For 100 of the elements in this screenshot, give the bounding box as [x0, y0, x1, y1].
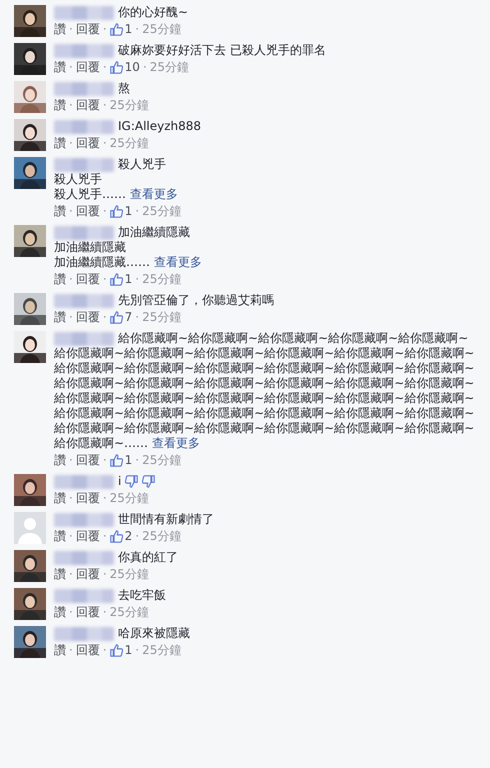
separator-dot: · [69, 135, 73, 151]
like-link[interactable]: 讚 [54, 452, 66, 468]
comment-text: 給你隱藏啊~給你隱藏啊~給你隱藏啊~給你隱藏啊~給你隱藏啊~ [118, 331, 468, 346]
blurred-name[interactable] [54, 44, 114, 58]
separator-dot: · [69, 203, 73, 219]
separator-dot: · [135, 642, 140, 658]
reply-link[interactable]: 回覆 [76, 203, 100, 219]
reply-link[interactable]: 回覆 [76, 271, 100, 287]
like-count[interactable]: 2 [124, 528, 132, 544]
separator-dot: · [69, 97, 73, 113]
reply-link[interactable]: 回覆 [76, 97, 100, 113]
reply-link[interactable]: 回覆 [76, 642, 100, 658]
blurred-name[interactable] [54, 588, 114, 602]
like-count[interactable]: 10 [124, 59, 140, 75]
timestamp: 25分鐘 [142, 528, 182, 544]
blurred-name[interactable] [54, 550, 114, 564]
thumbs-up-icon [110, 644, 123, 656]
separator-dot: · [69, 490, 73, 506]
timestamp: 25分鐘 [142, 271, 182, 287]
comment-text: 殺人兇手 [118, 157, 166, 172]
reply-link[interactable]: 回覆 [76, 309, 100, 325]
like-count[interactable]: 7 [124, 309, 132, 325]
like-count[interactable]: 1 [124, 271, 132, 287]
like-link[interactable]: 讚 [54, 528, 66, 544]
see-more-link[interactable]: 查看更多 [130, 187, 178, 201]
like-count[interactable]: 1 [124, 21, 132, 37]
separator-dot: · [102, 309, 107, 325]
like-link[interactable]: 讚 [54, 97, 66, 113]
like-link[interactable]: 讚 [54, 566, 66, 582]
like-link[interactable]: 讚 [54, 271, 66, 287]
comment-text: 你的心好醜~ [118, 5, 188, 20]
like-link[interactable]: 讚 [54, 59, 66, 75]
like-link[interactable]: 讚 [54, 135, 66, 151]
thumbs-up-icon [110, 204, 123, 218]
separator-dot: · [69, 566, 73, 582]
like-count[interactable]: 1 [124, 642, 132, 658]
blurred-name[interactable] [54, 82, 114, 96]
timestamp: 25分鐘 [142, 309, 182, 325]
reply-link[interactable]: 回覆 [76, 452, 100, 468]
comment-text: 殺人兇手 [54, 172, 102, 187]
reply-link[interactable]: 回覆 [76, 490, 100, 506]
separator-dot: · [69, 59, 73, 75]
like-link[interactable]: 讚 [54, 604, 66, 620]
separator-dot: · [135, 21, 140, 37]
comment-text: 哈原來被隱藏 [118, 626, 190, 641]
separator-dot: · [102, 21, 107, 37]
comment-text: 殺人兇手…… 查看更多 [54, 187, 179, 202]
like-link[interactable]: 讚 [54, 203, 66, 219]
separator-dot: · [102, 528, 107, 544]
timestamp: 25分鐘 [110, 97, 149, 113]
see-more-link[interactable]: 查看更多 [152, 436, 200, 450]
separator-dot: · [69, 452, 73, 468]
like-link[interactable]: 讚 [54, 21, 66, 37]
timestamp: 25分鐘 [110, 604, 149, 620]
blurred-name[interactable] [54, 626, 114, 640]
comment-text: 去吃牢飯 [118, 588, 166, 603]
blurred-name[interactable] [54, 226, 114, 240]
reply-link[interactable]: 回覆 [76, 21, 100, 37]
comment-text: 先別管亞倫了，你聽過艾莉嗎 [118, 293, 274, 308]
reply-link[interactable]: 回覆 [76, 59, 100, 75]
timestamp: 25分鐘 [110, 566, 149, 582]
blurred-name[interactable] [54, 474, 114, 488]
see-more-link[interactable]: 查看更多 [154, 255, 202, 269]
avatar-icon[interactable] [14, 512, 46, 544]
comment-text: 世間情有新劇情了 [118, 512, 214, 527]
like-count[interactable]: 1 [124, 203, 132, 219]
separator-dot: · [102, 203, 107, 219]
thumbs-up-icon [110, 272, 123, 286]
separator-dot: · [102, 97, 107, 113]
comment-text: 加油繼續隱藏…… 查看更多 [54, 255, 203, 270]
separator-dot: · [142, 59, 147, 75]
timestamp: 25分鐘 [142, 642, 182, 658]
like-count[interactable]: 1 [124, 452, 132, 468]
reply-link[interactable]: 回覆 [76, 604, 100, 620]
blurred-name[interactable] [54, 332, 114, 346]
timestamp: 25分鐘 [142, 203, 182, 219]
comment-text: 加油繼續隱藏 [118, 225, 190, 240]
reply-link[interactable]: 回覆 [76, 528, 100, 544]
reply-link[interactable]: 回覆 [76, 566, 100, 582]
like-link[interactable]: 讚 [54, 490, 66, 506]
separator-dot: · [69, 271, 73, 287]
timestamp: 25分鐘 [110, 490, 149, 506]
timestamp: 25分鐘 [142, 452, 182, 468]
separator-dot: · [69, 604, 73, 620]
blurred-name[interactable] [54, 120, 114, 134]
separator-dot: · [102, 490, 107, 506]
timestamp: 25分鐘 [142, 21, 182, 37]
comment-text: IG:Alleyzh888 [118, 119, 202, 134]
like-link[interactable]: 讚 [54, 642, 66, 658]
reply-link[interactable]: 回覆 [76, 135, 100, 151]
thumbs-down-icon [142, 475, 156, 488]
blurred-name[interactable] [54, 512, 114, 526]
blurred-name[interactable] [54, 6, 114, 20]
author-name[interactable]: i [118, 474, 122, 489]
like-link[interactable]: 讚 [54, 309, 66, 325]
separator-dot: · [135, 528, 140, 544]
separator-dot: · [69, 528, 73, 544]
separator-dot: · [102, 604, 107, 620]
blurred-name[interactable] [54, 294, 114, 308]
blurred-name[interactable] [54, 158, 114, 172]
